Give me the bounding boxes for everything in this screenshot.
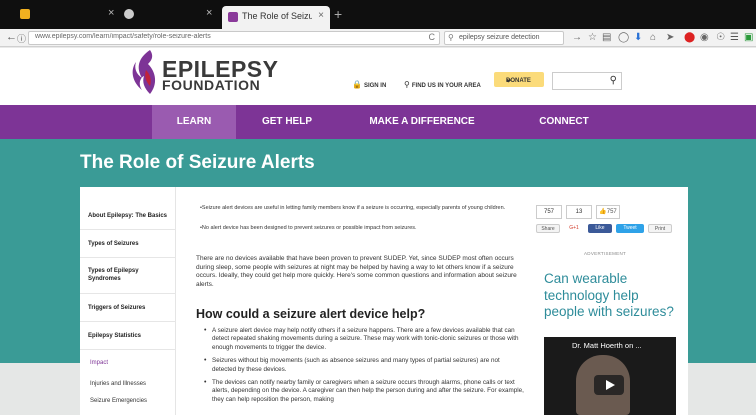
extension-green-icon[interactable]: ▣ — [744, 32, 753, 43]
logo-flame-icon[interactable] — [128, 48, 158, 96]
new-tab-button[interactable]: + — [334, 6, 342, 22]
nav-connect[interactable]: CONNECT — [526, 105, 602, 139]
share-count: 757 — [536, 205, 562, 219]
browser-search-text: epilepsy seizure detection — [459, 34, 540, 41]
nav-make-a-difference[interactable]: MAKE A DIFFERENCE — [362, 105, 482, 139]
browser-tab-bar: × × The Role of Seizure Alerts ... × + — [0, 0, 756, 29]
google-plus-button[interactable]: G+1 — [564, 224, 584, 233]
sidebar: About Epilepsy: The Basics Types of Seiz… — [80, 187, 176, 415]
sidebar-item-impact[interactable]: Impact — [90, 360, 108, 366]
map-pin-icon: ⚲ — [404, 80, 410, 89]
sidebar-subitem-injuries[interactable]: Injuries and Illnesses — [90, 381, 146, 387]
print-button[interactable]: Print — [648, 224, 672, 233]
page-title: The Role of Seizure Alerts — [80, 152, 315, 173]
sidebar-divider — [80, 321, 176, 322]
sync-icon[interactable]: ☉ — [716, 32, 725, 43]
sidebar-divider — [80, 257, 176, 258]
forward-arrow-icon[interactable]: → — [572, 32, 582, 43]
tab-title: The Role of Seizure Alerts ... — [242, 11, 312, 21]
sidebar-item-statistics[interactable]: Epilepsy Statistics — [88, 332, 172, 340]
lock-icon: 🔒 — [352, 80, 362, 89]
menu-icon[interactable]: ☰ — [730, 32, 739, 43]
info-icon[interactable]: ⓘ — [17, 32, 26, 45]
logo-wordmark-sub[interactable]: FOUNDATION — [162, 77, 260, 93]
site-search-input[interactable]: ⚲ — [552, 72, 622, 90]
sidebar-divider — [80, 293, 176, 294]
article-content: •Seizure alert devices are useful in let… — [196, 187, 526, 415]
sidebar-item-epilepsy-syndromes[interactable]: Types of Epilepsy Syndromes — [88, 267, 172, 283]
donate-button[interactable]: ❤ DONATE — [494, 72, 544, 87]
content-card: About Epilepsy: The Basics Types of Seiz… — [80, 187, 688, 415]
share-bar: 757 13 👍757 Share G+1 Like Tweet Print — [536, 201, 676, 237]
tab-close-icon[interactable]: × — [318, 10, 324, 21]
home-icon[interactable]: ⌂ — [650, 32, 656, 43]
find-us-link[interactable]: ⚲ FIND US IN YOUR AREA — [404, 80, 481, 89]
browser-search-input[interactable]: ⚲ epilepsy seizure detection — [444, 31, 564, 45]
promo-headline[interactable]: Can wearable technology help people with… — [544, 271, 674, 321]
play-icon[interactable] — [594, 375, 624, 395]
tab-favicon[interactable] — [20, 9, 30, 19]
bookmarks-icon[interactable]: ▤ — [602, 32, 611, 43]
reload-icon[interactable]: C — [429, 32, 436, 42]
tab-favicon[interactable] — [124, 9, 134, 19]
pocket-icon[interactable]: ◯ — [618, 32, 629, 43]
list-item: The devices can notify nearby family or … — [204, 379, 524, 404]
send-icon[interactable]: ➤ — [666, 32, 674, 43]
active-tab[interactable]: The Role of Seizure Alerts ... × — [222, 6, 330, 29]
extension-icon[interactable]: ◉ — [700, 32, 709, 43]
tab-close-icon[interactable]: × — [108, 7, 114, 19]
advertisement-label: ADVERTISEMENT — [584, 251, 627, 256]
sign-in-link[interactable]: 🔒 SIGN IN — [352, 80, 386, 89]
main-nav: LEARN GET HELP MAKE A DIFFERENCE CONNECT — [0, 105, 756, 139]
sidebar-item-types-of-seizures[interactable]: Types of Seizures — [88, 240, 172, 248]
download-icon[interactable]: ⬇ — [634, 32, 642, 43]
sidebar-divider — [80, 229, 176, 230]
share-count: 13 — [566, 205, 592, 219]
tweet-button[interactable]: Tweet — [616, 224, 644, 233]
sidebar-divider — [80, 349, 176, 350]
summary-bullet: •No alert device has been designed to pr… — [200, 225, 417, 231]
search-icon[interactable]: ⚲ — [610, 75, 617, 86]
summary-bullet: •Seizure alert devices are useful in let… — [200, 205, 506, 211]
video-title: Dr. Matt Hoerth on ... — [572, 341, 642, 350]
share-button[interactable]: Share — [536, 224, 560, 233]
facebook-like-button[interactable]: Like — [588, 224, 612, 233]
site-header: EPILEPSY FOUNDATION 🔒 SIGN IN ⚲ FIND US IN… — [0, 48, 756, 105]
sidebar-subitem-emergencies[interactable]: Seizure Emergencies — [90, 398, 147, 404]
list-item: A seizure alert device may help notify o… — [204, 327, 524, 352]
sidebar-item-basics[interactable]: About Epilepsy: The Basics — [88, 212, 172, 220]
adblock-icon[interactable]: ⬤ — [684, 32, 695, 43]
sidebar-item-triggers[interactable]: Triggers of Seizures — [88, 304, 172, 312]
url-text: www.epilepsy.com/learn/impact/safety/rol… — [35, 33, 211, 40]
video-thumbnail[interactable]: Dr. Matt Hoerth on ... — [544, 337, 676, 415]
nav-learn[interactable]: LEARN — [152, 105, 236, 139]
tab-favicon — [228, 12, 238, 22]
section-heading: How could a seizure alert device help? — [196, 307, 426, 321]
browser-nav-bar: ← ⓘ www.epilepsy.com/learn/impact/safety… — [0, 29, 756, 47]
tab-close-icon[interactable]: × — [206, 7, 212, 19]
thumbs-up-button[interactable]: 👍757 — [596, 205, 620, 219]
search-icon: ⚲ — [448, 33, 454, 42]
bookmark-star-icon[interactable]: ☆ — [588, 32, 597, 43]
list-item: Seizures without big movements (such as … — [204, 357, 524, 374]
thumbs-up-icon: 👍 — [599, 209, 607, 215]
bullet-list: A seizure alert device may help notify o… — [204, 327, 524, 409]
intro-paragraph: There are no devices available that have… — [196, 255, 517, 288]
back-arrow-icon[interactable]: ← — [6, 31, 17, 43]
url-bar[interactable]: www.epilepsy.com/learn/impact/safety/rol… — [28, 31, 440, 45]
nav-get-help[interactable]: GET HELP — [250, 105, 324, 139]
